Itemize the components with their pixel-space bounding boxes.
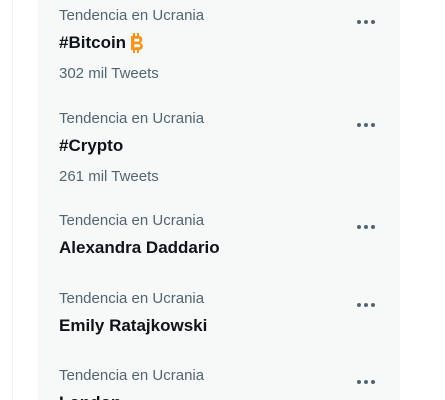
more-options-icon	[357, 380, 375, 384]
trend-name-text: Emily Ratajkowski	[59, 316, 208, 335]
trend-context: Tendencia en Ucrania	[59, 110, 205, 127]
trend-name: London	[59, 392, 121, 400]
more-options-icon	[357, 225, 375, 229]
trend-name: Emily Ratajkowski	[59, 315, 207, 337]
trend-name-text: London	[59, 392, 121, 400]
trend-item-emily-ratajkowski[interactable]: Tendencia en Ucrania Emily Ratajkowski	[38, 289, 400, 359]
more-options-button[interactable]	[350, 293, 382, 317]
trend-name-text: Alexandra Daddario	[59, 238, 220, 257]
more-options-icon	[357, 123, 375, 127]
trend-name: #Crypto	[59, 135, 123, 157]
trend-item-crypto[interactable]: Tendencia en Ucrania #Crypto 261 mil Twe…	[38, 109, 400, 199]
trend-item-alexandra-daddario[interactable]: Tendencia en Ucrania Alexandra Daddario	[38, 211, 400, 281]
trend-item-london[interactable]: Tendencia en Ucrania London	[38, 366, 400, 400]
trend-name-text: #Bitcoin	[59, 33, 127, 52]
trend-name: Alexandra Daddario	[59, 237, 220, 259]
page: Tendencia en Ucrania #Bitcoin 302 mil Tw…	[0, 0, 445, 400]
column-divider	[12, 0, 13, 400]
more-options-icon	[357, 303, 375, 307]
trend-tweet-count: 302 mil Tweets	[59, 65, 159, 82]
trend-context: Tendencia en Ucrania	[59, 290, 205, 307]
trend-context: Tendencia en Ucrania	[59, 367, 205, 384]
more-options-button[interactable]	[350, 10, 382, 34]
trend-context: Tendencia en Ucrania	[59, 212, 205, 229]
trend-tweet-count: 261 mil Tweets	[59, 168, 159, 185]
more-options-icon	[357, 20, 375, 24]
more-options-button[interactable]	[350, 215, 382, 239]
trend-name: #Bitcoin	[59, 32, 146, 54]
trend-item-bitcoin[interactable]: Tendencia en Ucrania #Bitcoin 302 mil Tw…	[38, 6, 400, 102]
trend-context: Tendencia en Ucrania	[59, 7, 205, 24]
bitcoin-icon	[128, 32, 146, 54]
more-options-button[interactable]	[350, 370, 382, 394]
trend-name-text: #Crypto	[59, 136, 124, 155]
trends-panel: Tendencia en Ucrania #Bitcoin 302 mil Tw…	[38, 0, 400, 400]
more-options-button[interactable]	[350, 113, 382, 137]
